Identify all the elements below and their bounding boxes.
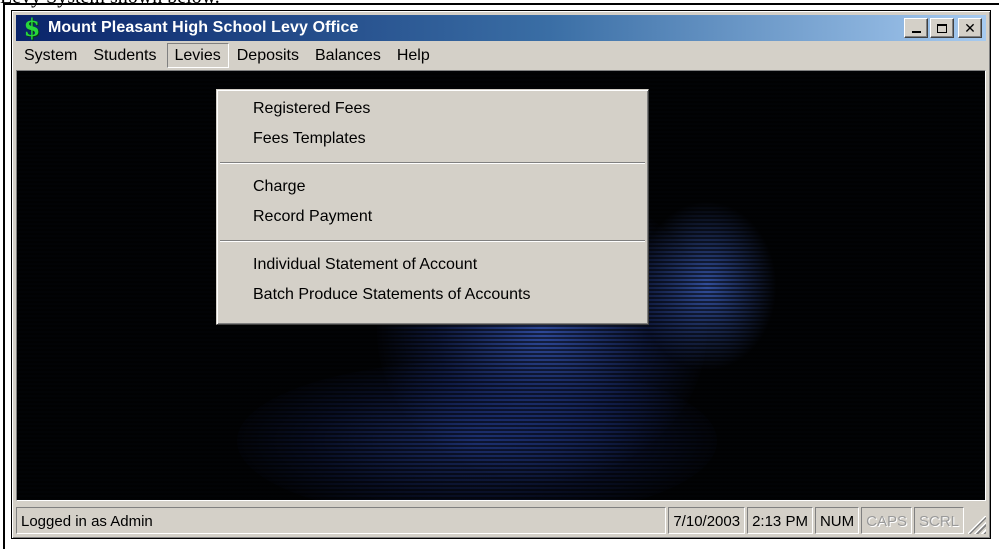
status-message: Logged in as Admin [16,507,667,534]
menu-separator [220,162,645,164]
menu-system[interactable]: System [16,43,85,68]
status-caps: CAPS [861,507,912,534]
menu-item-registered-fees[interactable]: Registered Fees [217,94,648,124]
menu-item-fees-templates[interactable]: Fees Templates [217,124,648,154]
dollar-sign-icon[interactable]: $ [20,16,44,40]
menu-item-individual-statement[interactable]: Individual Statement of Account [217,250,648,280]
minimize-icon [911,31,921,33]
menu-students[interactable]: Students [85,43,164,68]
status-time: 2:13 PM [747,507,813,534]
document-text-fragment: Levy System shown below. [0,0,220,8]
maximize-button[interactable] [930,18,954,38]
menu-separator [220,240,645,242]
status-scrl: SCRL [913,507,964,534]
title-bar[interactable]: $ Mount Pleasant High School Levy Office… [16,15,986,41]
close-icon: ✕ [964,20,976,36]
menu-item-batch-statements[interactable]: Batch Produce Statements of Accounts [217,280,648,310]
menu-item-charge[interactable]: Charge [217,172,648,202]
minimize-button[interactable] [904,18,928,38]
close-button[interactable]: ✕ [958,18,982,38]
resize-grip-icon[interactable] [968,516,986,534]
menu-bar: System Students Levies Deposits Balances… [16,41,986,69]
menu-balances[interactable]: Balances [307,43,389,68]
menu-deposits[interactable]: Deposits [229,43,307,68]
levies-dropdown-menu: Registered Fees Fees Templates Charge Re… [216,89,649,325]
menu-levies[interactable]: Levies [166,42,229,68]
window-controls: ✕ [904,18,982,38]
menu-help[interactable]: Help [389,43,438,68]
menu-item-record-payment[interactable]: Record Payment [217,202,648,232]
window-title: Mount Pleasant High School Levy Office [48,19,359,36]
maximize-icon [937,23,947,33]
status-bar: Logged in as Admin 7/10/2003 2:13 PM NUM… [16,505,986,536]
status-num: NUM [814,507,860,534]
status-date: 7/10/2003 [668,507,746,534]
